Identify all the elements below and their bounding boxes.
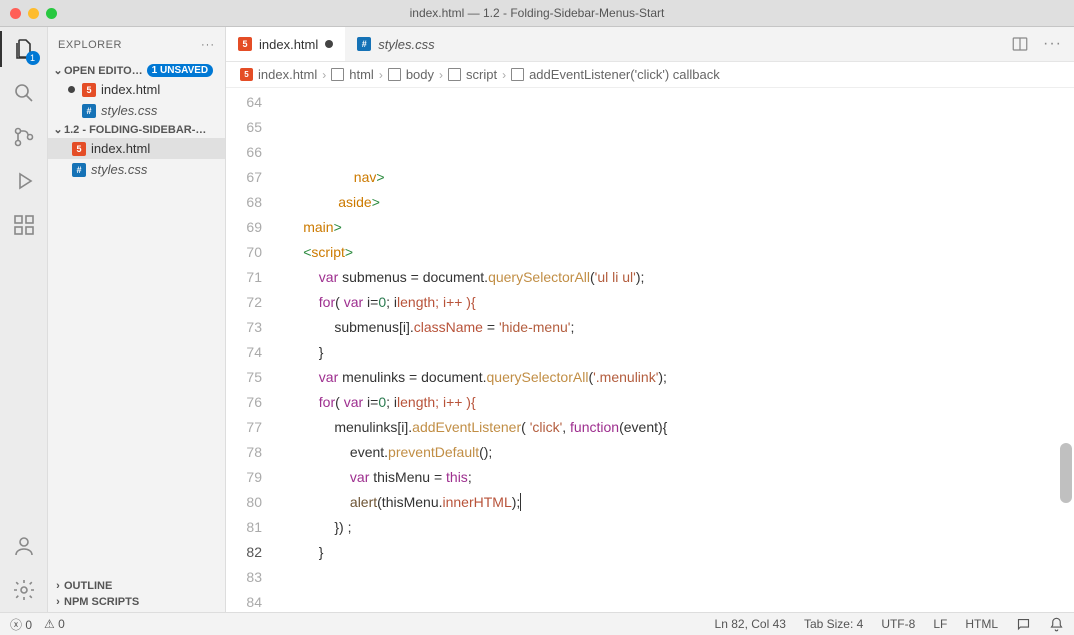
language-mode[interactable]: HTML [965,617,998,631]
breadcrumb[interactable]: 5 index.html › html › body › script › ad… [226,62,1074,88]
window-title: index.html — 1.2 - Folding-Sidebar-Menus… [410,6,665,20]
modified-dot-icon [68,86,75,93]
breadcrumb-item[interactable]: script [466,67,497,82]
files-icon[interactable]: 1 [12,37,36,61]
errors-indicator[interactable]: ⓧ 0 [10,616,32,633]
file-tree-item[interactable]: # styles.css [48,159,225,180]
editor-area: 5 index.html # styles.css ··· 5 index.ht… [226,27,1074,612]
npm-scripts-section[interactable]: › NPM SCRIPTS [48,594,225,610]
outline-section[interactable]: › OUTLINE [48,578,225,594]
chevron-down-icon: ⌄ [52,123,64,136]
element-icon [448,68,461,81]
open-editors-label: OPEN EDITO… [64,65,143,77]
chevron-right-icon: › [502,68,506,82]
file-name: index.html [91,141,150,156]
modified-dot-icon [325,40,333,48]
activity-bar: 1 [0,27,48,612]
chevron-right-icon: › [52,580,64,592]
close-window-button[interactable] [10,8,21,19]
breadcrumb-item[interactable]: body [406,67,434,82]
explorer-title: EXPLORER [58,39,122,51]
split-editor-icon[interactable] [1011,35,1029,53]
extensions-icon[interactable] [12,213,36,237]
folder-label: 1.2 - FOLDING-SIDEBAR-… [64,124,206,136]
file-name: index.html [101,82,160,97]
npm-label: NPM SCRIPTS [64,596,139,608]
chevron-right-icon: › [322,68,326,82]
files-badge: 1 [26,51,40,65]
open-editor-item[interactable]: # styles.css [48,100,225,121]
code-content[interactable]: nav> aside> main> <script> var submenus … [276,88,1074,612]
warnings-indicator[interactable]: ⚠ 0 [44,617,65,631]
element-icon [331,68,344,81]
notifications-icon[interactable] [1049,617,1064,632]
tab-index-html[interactable]: 5 index.html [226,27,345,61]
cursor-position[interactable]: Ln 82, Col 43 [715,617,786,631]
explorer-more-icon[interactable]: ··· [201,39,215,51]
search-icon[interactable] [12,81,36,105]
html-file-icon: 5 [72,142,86,156]
feedback-icon[interactable] [1016,617,1031,632]
chevron-right-icon: › [379,68,383,82]
window-controls [0,8,57,19]
encoding[interactable]: UTF-8 [881,617,915,631]
zoom-window-button[interactable] [46,8,57,19]
open-editor-item[interactable]: 5 index.html [48,79,225,100]
source-control-icon[interactable] [12,125,36,149]
editor-more-icon[interactable]: ··· [1043,35,1062,53]
debug-icon[interactable] [12,169,36,193]
status-bar: ⓧ 0 ⚠ 0 Ln 82, Col 43 Tab Size: 4 UTF-8 … [0,612,1074,635]
tab-size[interactable]: Tab Size: 4 [804,617,863,631]
tab-label: index.html [259,37,318,52]
eol[interactable]: LF [933,617,947,631]
folder-section[interactable]: ⌄ 1.2 - FOLDING-SIDEBAR-… [48,121,225,138]
chevron-right-icon: › [52,596,64,608]
html-file-icon: 5 [82,83,96,97]
file-name: styles.css [91,162,147,177]
file-tree-item[interactable]: 5 index.html [48,138,225,159]
code-editor[interactable]: 6465666768697071727374757677787980818283… [226,88,1074,612]
settings-gear-icon[interactable] [12,578,36,602]
minimize-window-button[interactable] [28,8,39,19]
html-file-icon: 5 [238,37,252,51]
element-icon [388,68,401,81]
unsaved-badge: 1 UNSAVED [147,64,214,77]
accounts-icon[interactable] [12,534,36,558]
titlebar: index.html — 1.2 - Folding-Sidebar-Menus… [0,0,1074,27]
css-file-icon: # [357,37,371,51]
chevron-right-icon: › [439,68,443,82]
element-icon [511,68,524,81]
file-name: styles.css [101,103,157,118]
chevron-down-icon: ⌄ [52,64,64,77]
breadcrumb-item[interactable]: index.html [258,67,317,82]
line-number-gutter: 6465666768697071727374757677787980818283… [226,88,276,612]
tab-bar: 5 index.html # styles.css ··· [226,27,1074,62]
html-file-icon: 5 [240,68,253,81]
open-editors-section[interactable]: ⌄ OPEN EDITO… 1 UNSAVED [48,62,225,79]
outline-label: OUTLINE [64,580,112,592]
breadcrumb-item[interactable]: html [349,67,374,82]
breadcrumb-item[interactable]: addEventListener('click') callback [529,67,720,82]
tab-label: styles.css [378,37,434,52]
css-file-icon: # [82,104,96,118]
explorer-sidebar: EXPLORER ··· ⌄ OPEN EDITO… 1 UNSAVED 5 i… [48,27,226,612]
tab-styles-css[interactable]: # styles.css [345,27,446,61]
css-file-icon: # [72,163,86,177]
